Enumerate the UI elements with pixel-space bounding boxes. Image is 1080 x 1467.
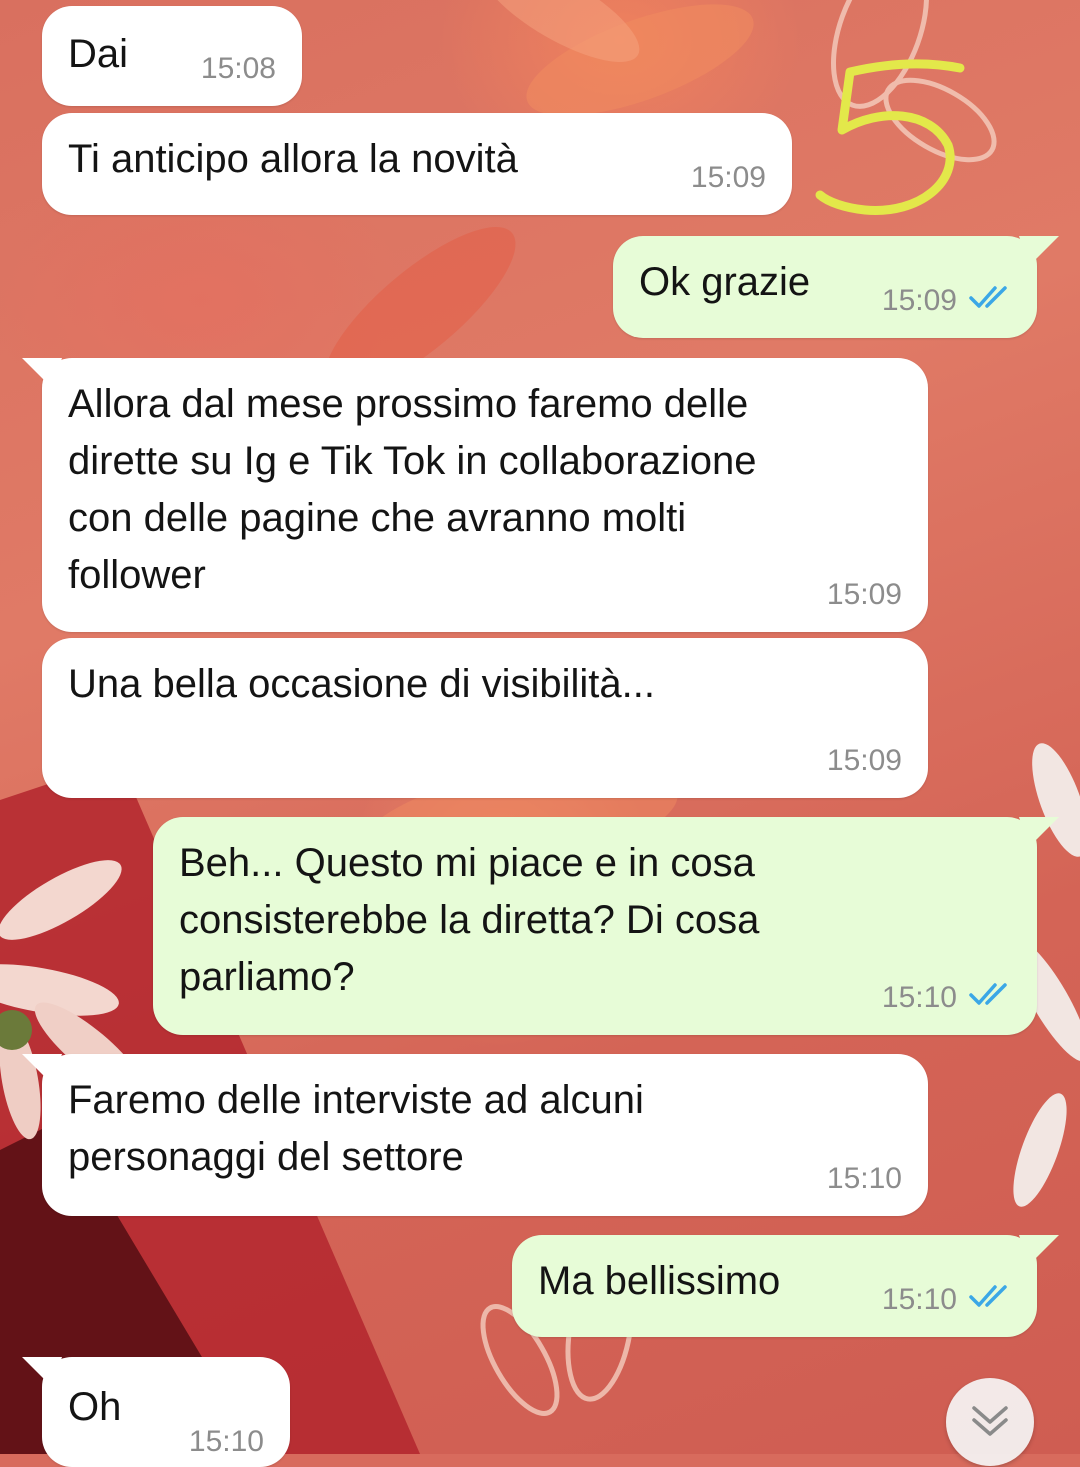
message-text: Faremo delle interviste ad alcuni person… [68,1078,644,1179]
message-bubble-outgoing[interactable]: Beh... Questo mi piace e in cosa consist… [153,817,1059,1035]
message-bubble-incoming[interactable]: Allora dal mese prossimo faremo delle di… [22,358,928,632]
message-bubble-incoming[interactable]: Dai 15:08 [42,6,302,106]
message-time: 15:10 [826,1162,902,1195]
double-chevron-down-icon [972,1406,1008,1436]
read-double-check-icon [969,1283,1013,1317]
message-time: 15:09 [826,578,902,611]
message-time: 15:09 [690,161,766,194]
bubble-tail [1019,1235,1059,1265]
message-bubble-incoming[interactable]: Faremo delle interviste ad alcuni person… [22,1054,928,1216]
message-bubble-outgoing[interactable]: Ok grazie 15:09 [613,236,1059,338]
message-text: Beh... Questo mi piace e in cosa consist… [179,841,760,999]
message-bubble-outgoing[interactable]: Ma bellissimo 15:10 [512,1235,1059,1337]
message-time: 15:08 [200,52,276,85]
bubble-tail [1019,236,1059,266]
scroll-to-bottom-button[interactable] [946,1378,1034,1466]
message-bubble-incoming[interactable]: Una bella occasione di visibilità... 15:… [42,638,928,798]
bubble-tail [1019,817,1059,847]
message-time: 15:09 [826,744,902,777]
message-text: Una bella occasione di visibilità... [68,662,655,706]
read-double-check-icon [969,981,1013,1015]
message-time: 15:09 [882,284,1013,318]
message-text: Ti anticipo allora la novità [68,137,518,181]
annotation-text: 5 [810,20,811,21]
message-text: Dai [68,32,129,76]
read-double-check-icon [969,284,1013,318]
message-text: Allora dal mese prossimo faremo delle di… [68,382,757,597]
message-bubble-incoming[interactable]: Ti anticipo allora la novità 15:09 [42,113,792,215]
bubble-tail [22,1054,62,1084]
message-text: Oh [68,1385,122,1429]
message-text: Ma bellissimo [538,1259,781,1303]
bubble-tail [22,1357,62,1387]
message-text: Ok grazie [639,260,811,304]
message-time: 15:10 [882,1283,1013,1317]
handwritten-annotation: 5 [810,20,965,215]
bubble-tail [22,358,62,388]
message-bubble-incoming[interactable]: Oh 15:10 [22,1357,290,1467]
message-time: 15:10 [882,981,1013,1015]
